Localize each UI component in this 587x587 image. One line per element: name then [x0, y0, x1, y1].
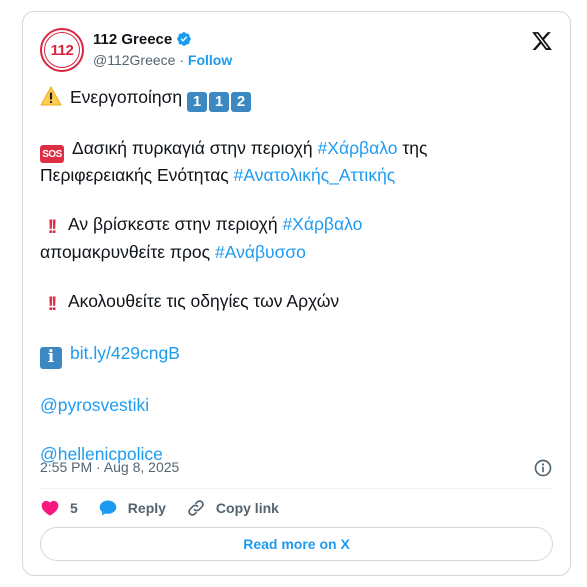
- evacuate-text: απομακρυνθείτε προς: [40, 242, 211, 262]
- copy-link-icon: [188, 500, 204, 516]
- author-block: 112 Greece @112Greece · Follow: [93, 29, 232, 70]
- like-button[interactable]: 5: [40, 498, 78, 518]
- location-text: Αν βρίσκεστε στην περιοχή: [68, 214, 278, 234]
- double-exclamation-icon: !!: [47, 294, 58, 315]
- tweet-line: !! Αν βρίσκεστε στην περιοχή #Χάρβαλο: [40, 212, 555, 240]
- tweet-header: 112 112 Greece @112Greece · Follow: [40, 28, 553, 72]
- avatar[interactable]: 112: [40, 28, 84, 72]
- handle-separator: ·: [179, 52, 185, 68]
- fire-text-tail: της: [402, 137, 428, 158]
- timestamp[interactable]: 2:55 PM · Aug 8, 2025: [40, 459, 179, 475]
- copy-link-button[interactable]: Copy link: [186, 498, 279, 518]
- heart-icon: [41, 500, 59, 516]
- fire-text: Δασική πυρκαγιά στην περιοχή: [72, 137, 313, 158]
- keycap-icon: 1: [209, 91, 230, 112]
- tweet-line: Ενεργοποίηση 112: [40, 85, 555, 112]
- author-name[interactable]: 112 Greece: [93, 31, 172, 48]
- author-handle[interactable]: @112Greece: [93, 52, 175, 68]
- short-link[interactable]: bit.ly/429cngB: [70, 343, 180, 363]
- like-count: 5: [70, 500, 78, 516]
- copy-link-label: Copy link: [215, 500, 279, 516]
- tweet-text: Ενεργοποίηση 112 SOS Δασική πυρκαγιά στην…: [40, 85, 555, 467]
- reply-button[interactable]: Reply: [98, 498, 166, 518]
- read-more-button[interactable]: Read more on X: [40, 527, 553, 561]
- hashtag-link[interactable]: #Ανάβυσσο: [215, 242, 306, 262]
- tweet-line: απομακρυνθείτε προς #Ανάβυσσο: [40, 240, 555, 265]
- instructions-text: Ακολουθείτε τις οδηγίες των Αρχών: [68, 291, 340, 311]
- verified-badge-icon: [177, 32, 192, 46]
- divider: [40, 488, 553, 489]
- hashtag-link[interactable]: #Ανατολικής_Αττικής: [234, 165, 396, 185]
- info-icon[interactable]: [533, 458, 553, 478]
- keycap-icon: 2: [231, 91, 252, 112]
- hashtag-link[interactable]: #Χάρβαλο: [282, 214, 362, 234]
- tweet-line: Περιφερειακής Ενότητας #Ανατολικής_Αττικ…: [40, 163, 555, 188]
- region-text: Περιφερειακής Ενότητας: [40, 165, 229, 185]
- reply-icon: [99, 500, 117, 516]
- follow-button[interactable]: Follow: [188, 52, 232, 68]
- warning-icon: [40, 86, 62, 106]
- tweet-line: i bit.ly/429cngB: [40, 341, 555, 369]
- information-icon: i: [40, 346, 62, 369]
- avatar-logo: 112: [44, 32, 80, 68]
- x-logo-icon[interactable]: [531, 30, 553, 52]
- mention-link[interactable]: @pyrosvestiki: [40, 393, 555, 418]
- reply-label: Reply: [127, 500, 166, 516]
- tweet-line: SOS Δασική πυρκαγιά στην περιοχή #Χάρβαλο…: [40, 136, 555, 163]
- tweet-line: !! Ακολουθείτε τις οδηγίες των Αρχών: [40, 289, 555, 317]
- keycap-icon: 1: [187, 91, 208, 112]
- action-bar: 5 Reply Copy link: [40, 496, 299, 520]
- double-exclamation-icon: !!: [47, 217, 58, 238]
- hashtag-link[interactable]: #Χάρβαλο: [318, 138, 398, 158]
- activation-text: Ενεργοποίηση: [70, 87, 183, 107]
- tweet-card: 112 112 Greece @112Greece · Follow Ενεργ…: [22, 11, 571, 576]
- sos-icon: SOS: [40, 145, 64, 163]
